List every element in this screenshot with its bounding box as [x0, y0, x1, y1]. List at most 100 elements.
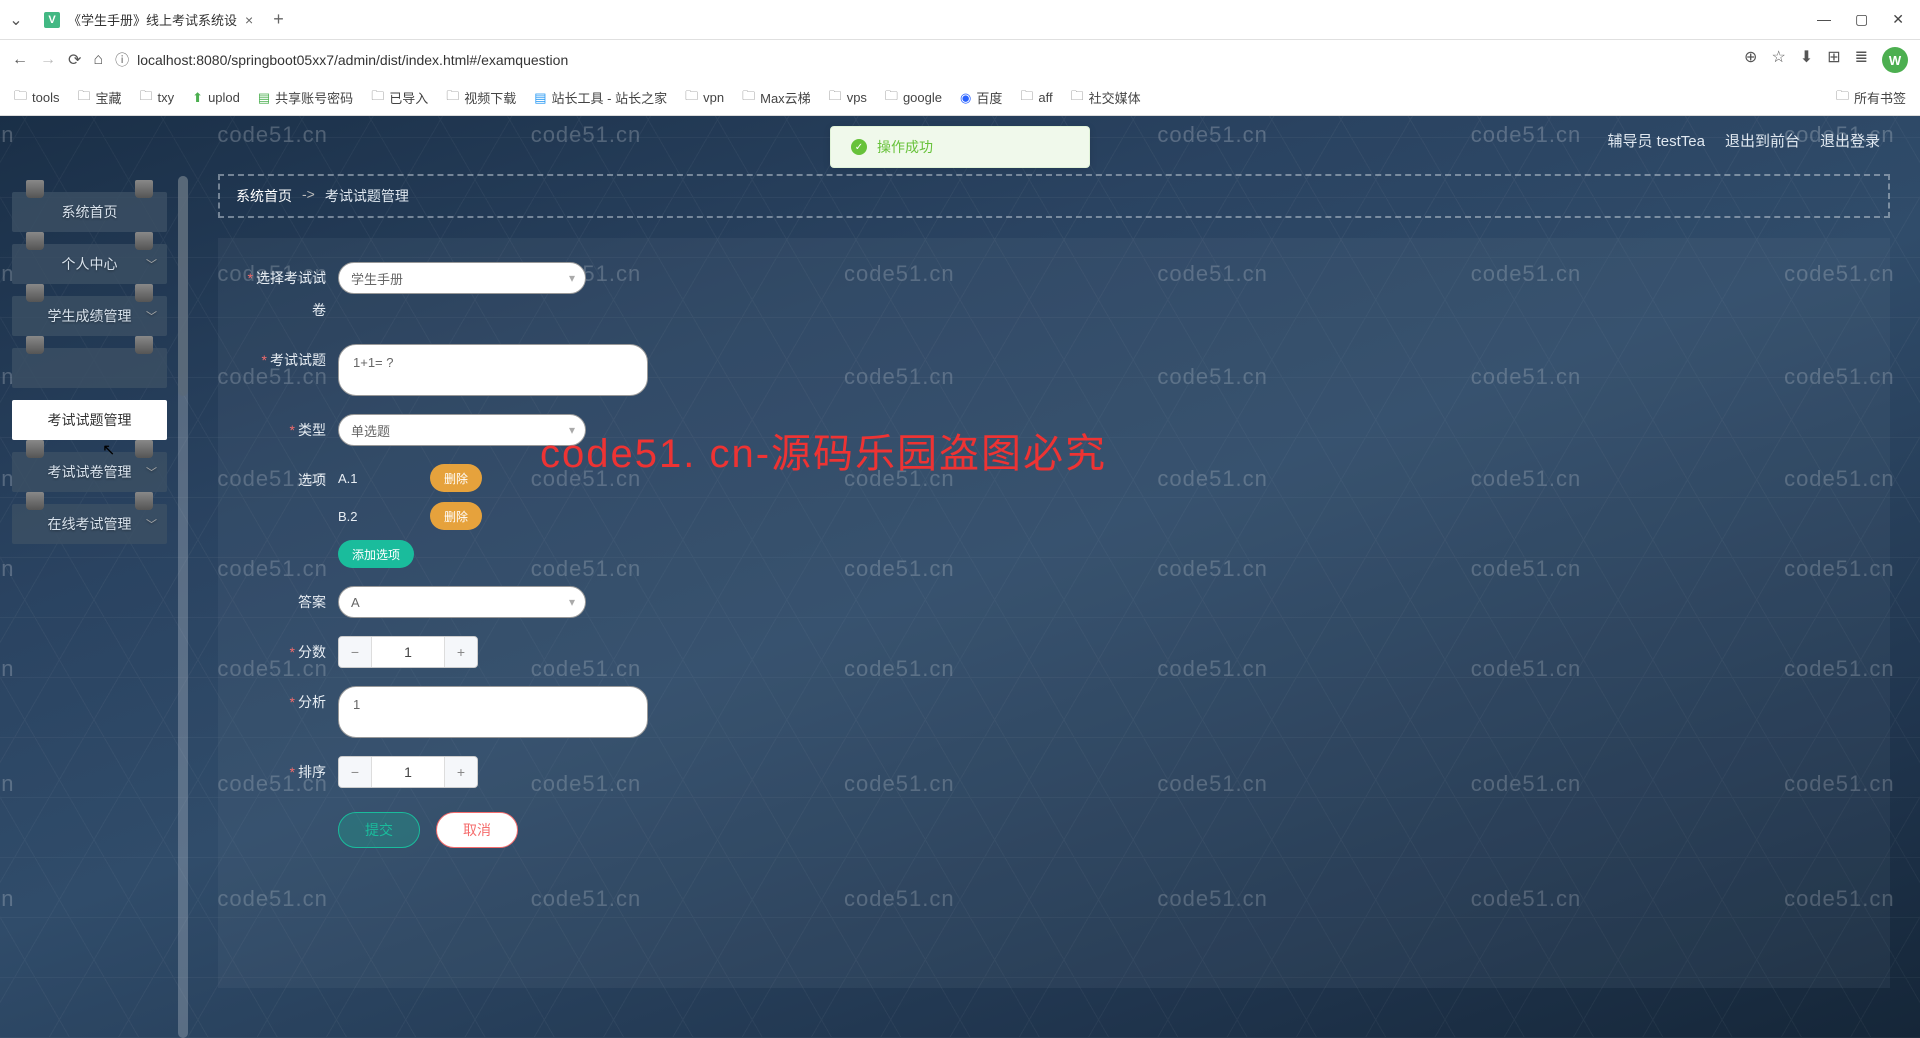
select-paper[interactable]: 学生手册 — [338, 262, 586, 294]
bookmark-item[interactable]: ▤站长工具 - 站长之家 — [534, 88, 667, 107]
sidebar-item-home[interactable]: 系统首页 — [12, 192, 167, 232]
number-order: − 1 + — [338, 756, 478, 788]
reload-button[interactable]: ⟳ — [68, 50, 81, 70]
tab-title: 《学生手册》线上考试系统设 — [68, 10, 237, 29]
minimize-button[interactable]: ― — [1817, 11, 1831, 28]
new-tab-button[interactable]: + — [273, 9, 284, 30]
all-bookmarks[interactable]: 🗀所有书签 — [1836, 87, 1906, 109]
home-button[interactable]: ⌂ — [93, 51, 103, 69]
password-icon[interactable]: ⊕ — [1744, 47, 1757, 73]
select-answer[interactable]: A — [338, 586, 586, 618]
folder-icon: 🗀 — [140, 87, 153, 109]
sidebar-item-exam-papers[interactable]: 考试试卷管理﹀ — [12, 452, 167, 492]
decrease-button[interactable]: − — [339, 757, 371, 787]
cancel-button[interactable]: 取消 — [436, 812, 518, 848]
bookmark-item[interactable]: 🗀已导入 — [371, 87, 428, 109]
bookmark-item[interactable]: 🗀tools — [14, 87, 59, 109]
app-root: code51.cncode51.cncode51.cncode51.cncode… — [0, 116, 1920, 1038]
label-type: 类型 — [298, 422, 326, 438]
increase-button[interactable]: + — [445, 757, 477, 787]
browser-tab[interactable]: V 《学生手册》线上考试系统设 × — [32, 2, 265, 38]
chevron-down-icon[interactable]: ⌄ — [0, 10, 32, 30]
label-paper: 选择考试试卷 — [256, 270, 326, 318]
bookmark-item[interactable]: 🗀Max云梯 — [742, 87, 811, 109]
textarea-analysis[interactable]: 1 — [338, 686, 648, 738]
breadcrumb: 系统首页 -> 考试试题管理 — [218, 174, 1890, 218]
site-info-icon[interactable]: ⓘ — [115, 50, 129, 70]
bookmark-item[interactable]: 🗀视频下载 — [446, 87, 516, 109]
url-input[interactable]: ⓘ localhost:8080/springboot05xx7/admin/d… — [115, 50, 1732, 70]
download-icon[interactable]: ⬇ — [1800, 47, 1813, 73]
breadcrumb-separator: -> — [302, 186, 315, 206]
delete-option-button[interactable]: 删除 — [430, 464, 482, 492]
folder-icon: 🗀 — [1836, 87, 1849, 109]
back-button[interactable]: ← — [12, 51, 28, 69]
option-row: A.1 删除 — [338, 464, 482, 492]
chevron-down-icon: ﹀ — [146, 308, 157, 324]
maximize-button[interactable]: ▢ — [1855, 11, 1868, 28]
chevron-down-icon: ﹀ — [146, 256, 157, 272]
user-role-label: 辅导员 testTea — [1607, 130, 1705, 151]
sidebar-item-grades[interactable]: 学生成绩管理﹀ — [12, 296, 167, 336]
breadcrumb-current: 考试试题管理 — [325, 186, 409, 206]
check-icon: ✓ — [851, 139, 867, 155]
extensions-icon[interactable]: ⊞ — [1827, 47, 1840, 73]
number-score: − 1 + — [338, 636, 478, 668]
label-score: 分数 — [298, 644, 326, 660]
label-options: 选项 — [298, 472, 326, 488]
form-panel: *选择考试试卷 学生手册 *考试试题 1+1= ? *类型 单选题 选项 A.1… — [218, 238, 1890, 988]
forward-button[interactable]: → — [40, 51, 56, 69]
sidebar-scrollbar[interactable] — [178, 176, 188, 1038]
increase-button[interactable]: + — [445, 637, 477, 667]
folder-icon: 🗀 — [14, 87, 27, 109]
sidebar-item-blank[interactable] — [12, 348, 167, 388]
folder-icon: 🗀 — [1020, 87, 1033, 109]
folder-icon: 🗀 — [77, 87, 90, 109]
bookmark-item[interactable]: ◉百度 — [960, 88, 1002, 107]
folder-icon: 🗀 — [829, 87, 842, 109]
bookmark-item[interactable]: ⬆uplod — [192, 90, 240, 106]
folder-icon: 🗀 — [1071, 87, 1084, 109]
vue-icon: V — [44, 12, 60, 28]
close-icon[interactable]: × — [245, 12, 253, 28]
watermark-red: code51. cn-源码乐园盗图必究 — [540, 421, 1107, 479]
bookmark-item[interactable]: 🗀aff — [1020, 87, 1052, 109]
bookmark-item[interactable]: 🗀google — [885, 87, 942, 109]
top-header: 辅导员 testTea 退出到前台 退出登录 — [1607, 130, 1880, 151]
score-value[interactable]: 1 — [371, 637, 445, 667]
submit-button[interactable]: 提交 — [338, 812, 420, 848]
sidebar-item-exam-questions[interactable]: 考试试题管理 — [12, 400, 167, 440]
bookmark-item[interactable]: 🗀vps — [829, 87, 867, 109]
delete-option-button[interactable]: 删除 — [430, 502, 482, 530]
label-question: 考试试题 — [270, 352, 326, 368]
add-option-button[interactable]: 添加选项 — [338, 540, 414, 568]
to-front-link[interactable]: 退出到前台 — [1725, 130, 1800, 151]
close-window-button[interactable]: ✕ — [1892, 11, 1904, 28]
bookmarks-bar: 🗀tools 🗀宝藏 🗀txy ⬆uplod ▤共享账号密码 🗀已导入 🗀视频下… — [0, 80, 1920, 116]
sidebar-item-profile[interactable]: 个人中心﹀ — [12, 244, 167, 284]
label-answer: 答案 — [298, 594, 326, 610]
folder-icon: 🗀 — [885, 87, 898, 109]
sidebar-item-online-exam[interactable]: 在线考试管理﹀ — [12, 504, 167, 544]
page-icon: ▤ — [258, 90, 270, 106]
textarea-question[interactable]: 1+1= ? — [338, 344, 648, 396]
chevron-down-icon: ﹀ — [146, 464, 157, 480]
bookmark-item[interactable]: 🗀txy — [140, 87, 175, 109]
reading-list-icon[interactable]: ≣ — [1855, 47, 1868, 73]
content-area: 系统首页 -> 考试试题管理 *选择考试试卷 学生手册 *考试试题 1+1= ?… — [218, 174, 1890, 1038]
bookmark-item[interactable]: 🗀宝藏 — [77, 87, 121, 109]
bookmark-item[interactable]: 🗀社交媒体 — [1071, 87, 1141, 109]
breadcrumb-home[interactable]: 系统首页 — [236, 186, 292, 206]
bookmark-icon[interactable]: ☆ — [1771, 47, 1785, 73]
order-value[interactable]: 1 — [371, 757, 445, 787]
option-text: B.2 — [338, 509, 418, 524]
profile-avatar[interactable]: W — [1882, 47, 1908, 73]
bookmark-item[interactable]: ▤共享账号密码 — [258, 88, 353, 107]
page-icon: ▤ — [534, 90, 546, 106]
upload-icon: ⬆ — [192, 90, 203, 106]
folder-icon: 🗀 — [446, 87, 459, 109]
success-toast: ✓ 操作成功 — [830, 126, 1090, 168]
bookmark-item[interactable]: 🗀vpn — [685, 87, 724, 109]
logout-link[interactable]: 退出登录 — [1820, 130, 1880, 151]
decrease-button[interactable]: − — [339, 637, 371, 667]
